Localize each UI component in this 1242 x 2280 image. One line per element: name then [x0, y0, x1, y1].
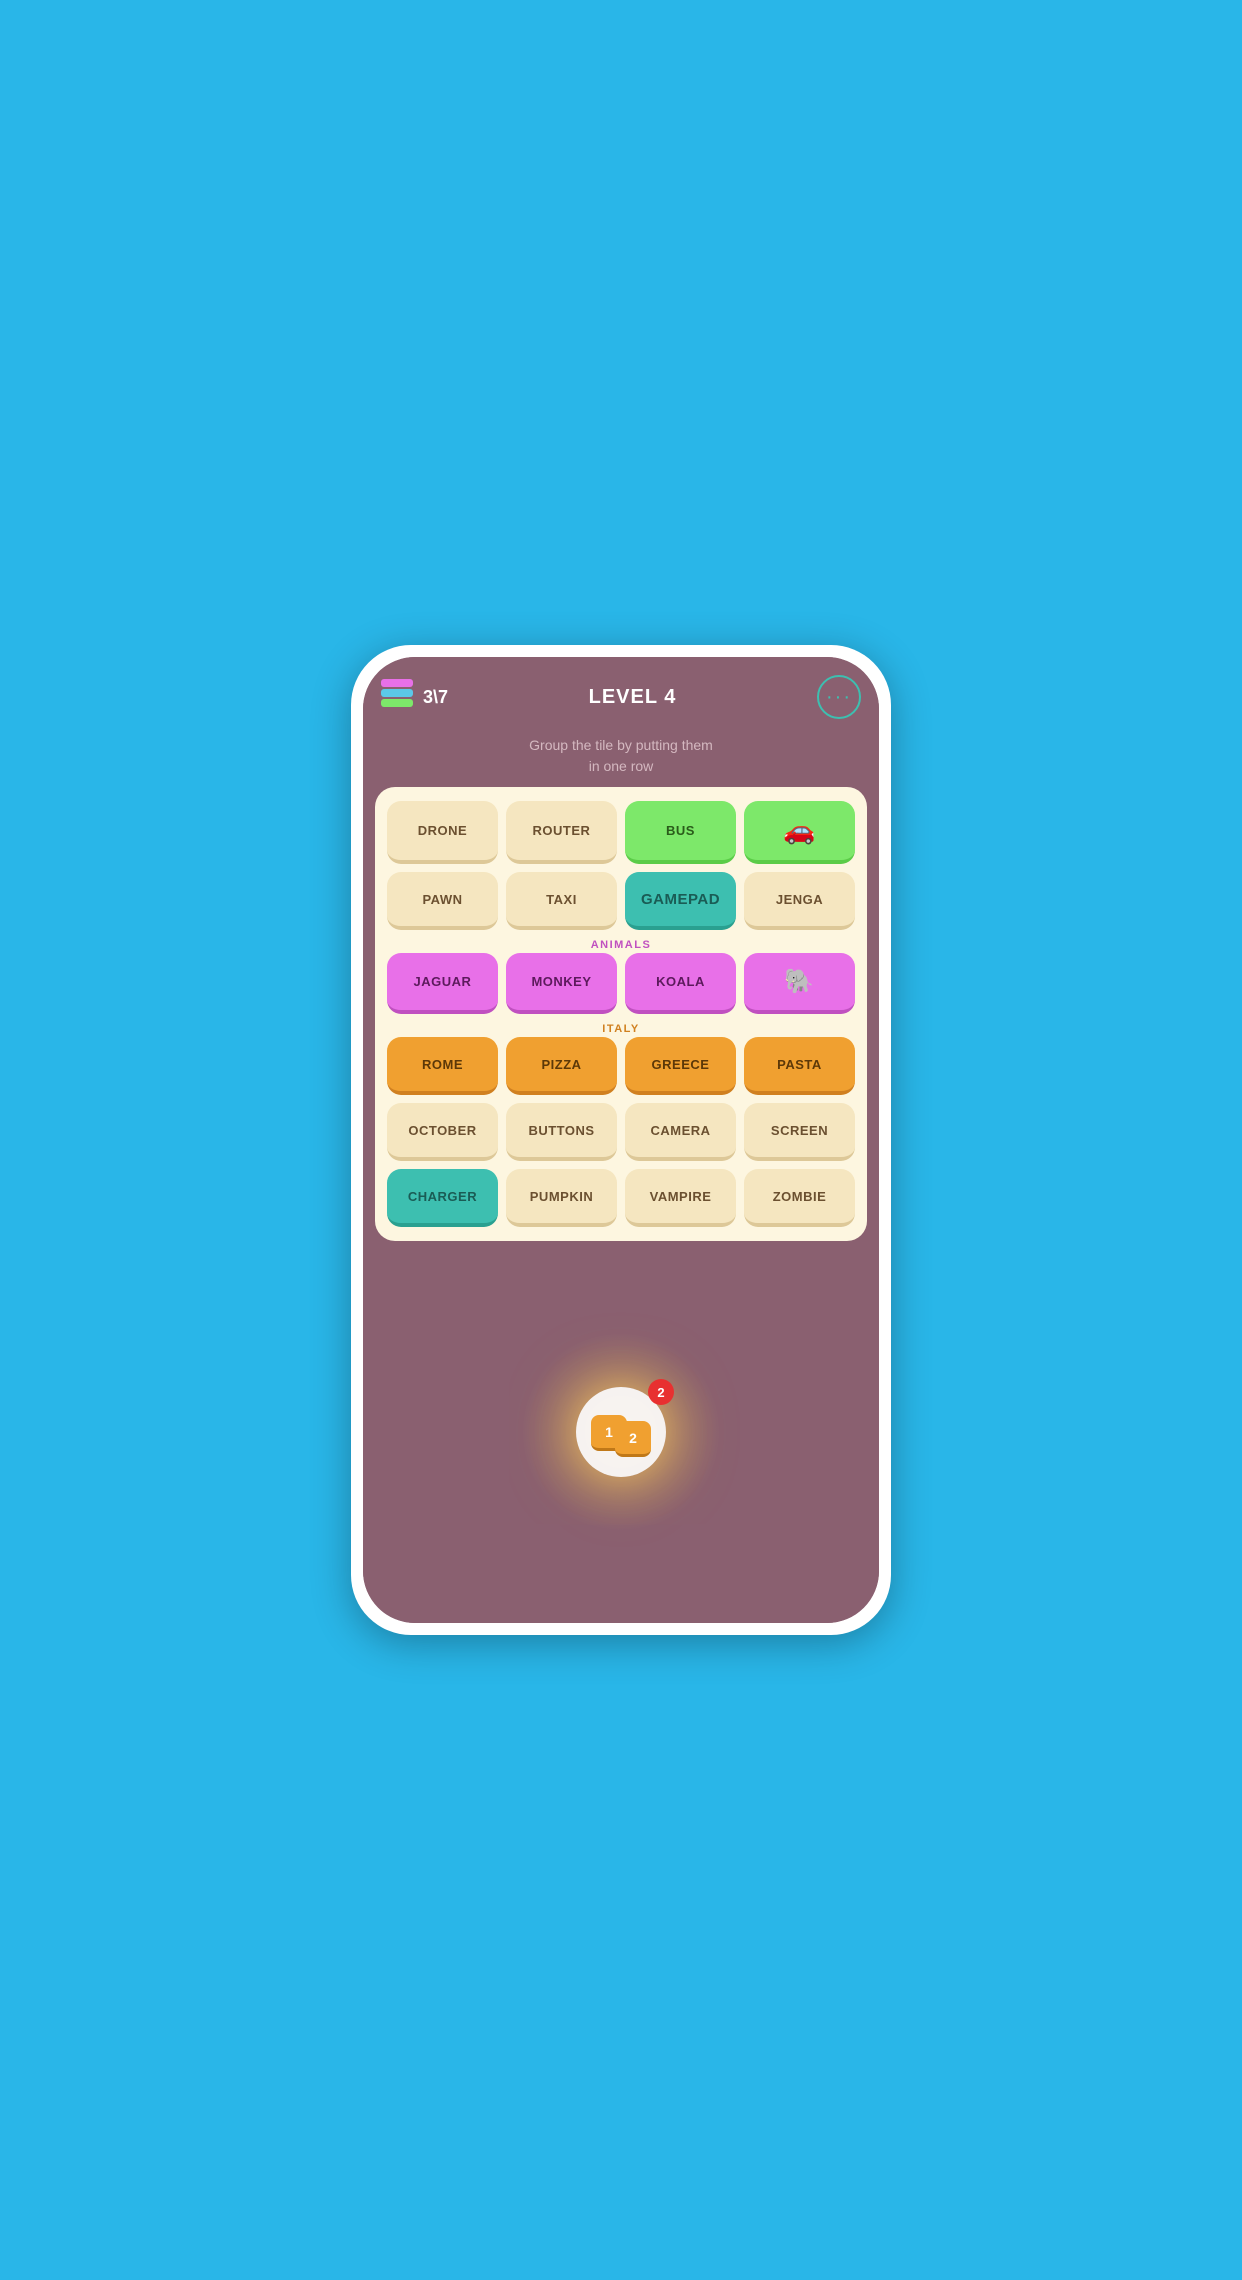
tile-elephant-icon[interactable]: 🐘 [744, 953, 855, 1014]
tile-car-icon[interactable]: 🚗 [744, 801, 855, 864]
italy-group-label: ITALY [387, 1020, 855, 1035]
animals-group-label: ANIMALS [387, 936, 855, 951]
tile-charger[interactable]: CHARGER [387, 1169, 498, 1227]
tile-jaguar[interactable]: JAGUAR [387, 953, 498, 1014]
tile-koala[interactable]: KOALA [625, 953, 736, 1014]
tile-vampire[interactable]: VAMPIRE [625, 1169, 736, 1227]
level-title: LEVEL 4 [589, 686, 677, 709]
phone-frame: 3\7 LEVEL 4 ··· Group the tile by puttin… [351, 645, 891, 1635]
hint-tiles: 1 2 [591, 1407, 651, 1457]
tile-bus[interactable]: BUS [625, 801, 736, 864]
tile-taxi[interactable]: TAXI [506, 872, 617, 930]
hint-tile-2: 2 [615, 1421, 651, 1457]
tile-camera[interactable]: CAMERA [625, 1103, 736, 1161]
tile-rome[interactable]: ROME [387, 1037, 498, 1095]
header: 3\7 LEVEL 4 ··· [363, 657, 879, 729]
tile-screen[interactable]: SCREEN [744, 1103, 855, 1161]
tile-row-5: OCTOBER BUTTONS CAMERA SCREEN [387, 1103, 855, 1161]
tile-pasta[interactable]: PASTA [744, 1037, 855, 1095]
menu-dots-icon: ··· [826, 686, 852, 709]
tile-drone[interactable]: DRONE [387, 801, 498, 864]
menu-button[interactable]: ··· [817, 675, 861, 719]
game-board: DRONE ROUTER BUS 🚗 PAWN TAXI GAMEPAD JEN… [375, 787, 867, 1241]
tile-router[interactable]: ROUTER [506, 801, 617, 864]
phone-inner: 3\7 LEVEL 4 ··· Group the tile by puttin… [363, 657, 879, 1623]
tile-row-2: PAWN TAXI GAMEPAD JENGA [387, 872, 855, 930]
tile-buttons[interactable]: BUTTONS [506, 1103, 617, 1161]
tile-row-1: DRONE ROUTER BUS 🚗 [387, 801, 855, 864]
tile-greece[interactable]: GREECE [625, 1037, 736, 1095]
italy-group: ITALY ROME PIZZA GREECE PASTA [387, 1020, 855, 1095]
tile-october[interactable]: OCTOBER [387, 1103, 498, 1161]
tile-monkey[interactable]: MONKEY [506, 953, 617, 1014]
tile-zombie[interactable]: ZOMBIE [744, 1169, 855, 1227]
animals-tiles: JAGUAR MONKEY KOALA 🐘 [387, 953, 855, 1014]
tile-pumpkin[interactable]: PUMPKIN [506, 1169, 617, 1227]
score-display: 3\7 [423, 687, 448, 708]
bottom-area: 1 2 2 [363, 1241, 879, 1623]
animals-group: ANIMALS JAGUAR MONKEY KOALA 🐘 [387, 936, 855, 1014]
tile-jenga[interactable]: JENGA [744, 872, 855, 930]
instruction-text: Group the tile by putting them in one ro… [363, 729, 879, 787]
tile-gamepad[interactable]: GAMEPAD [625, 872, 736, 930]
stack-icon [381, 679, 417, 715]
hint-bubble[interactable]: 1 2 2 [576, 1387, 666, 1477]
italy-tiles: ROME PIZZA GREECE PASTA [387, 1037, 855, 1095]
tile-pizza[interactable]: PIZZA [506, 1037, 617, 1095]
tile-pawn[interactable]: PAWN [387, 872, 498, 930]
score-badge: 3\7 [381, 679, 448, 715]
hint-badge: 2 [648, 1379, 674, 1405]
tile-row-6: CHARGER PUMPKIN VAMPIRE ZOMBIE [387, 1169, 855, 1227]
